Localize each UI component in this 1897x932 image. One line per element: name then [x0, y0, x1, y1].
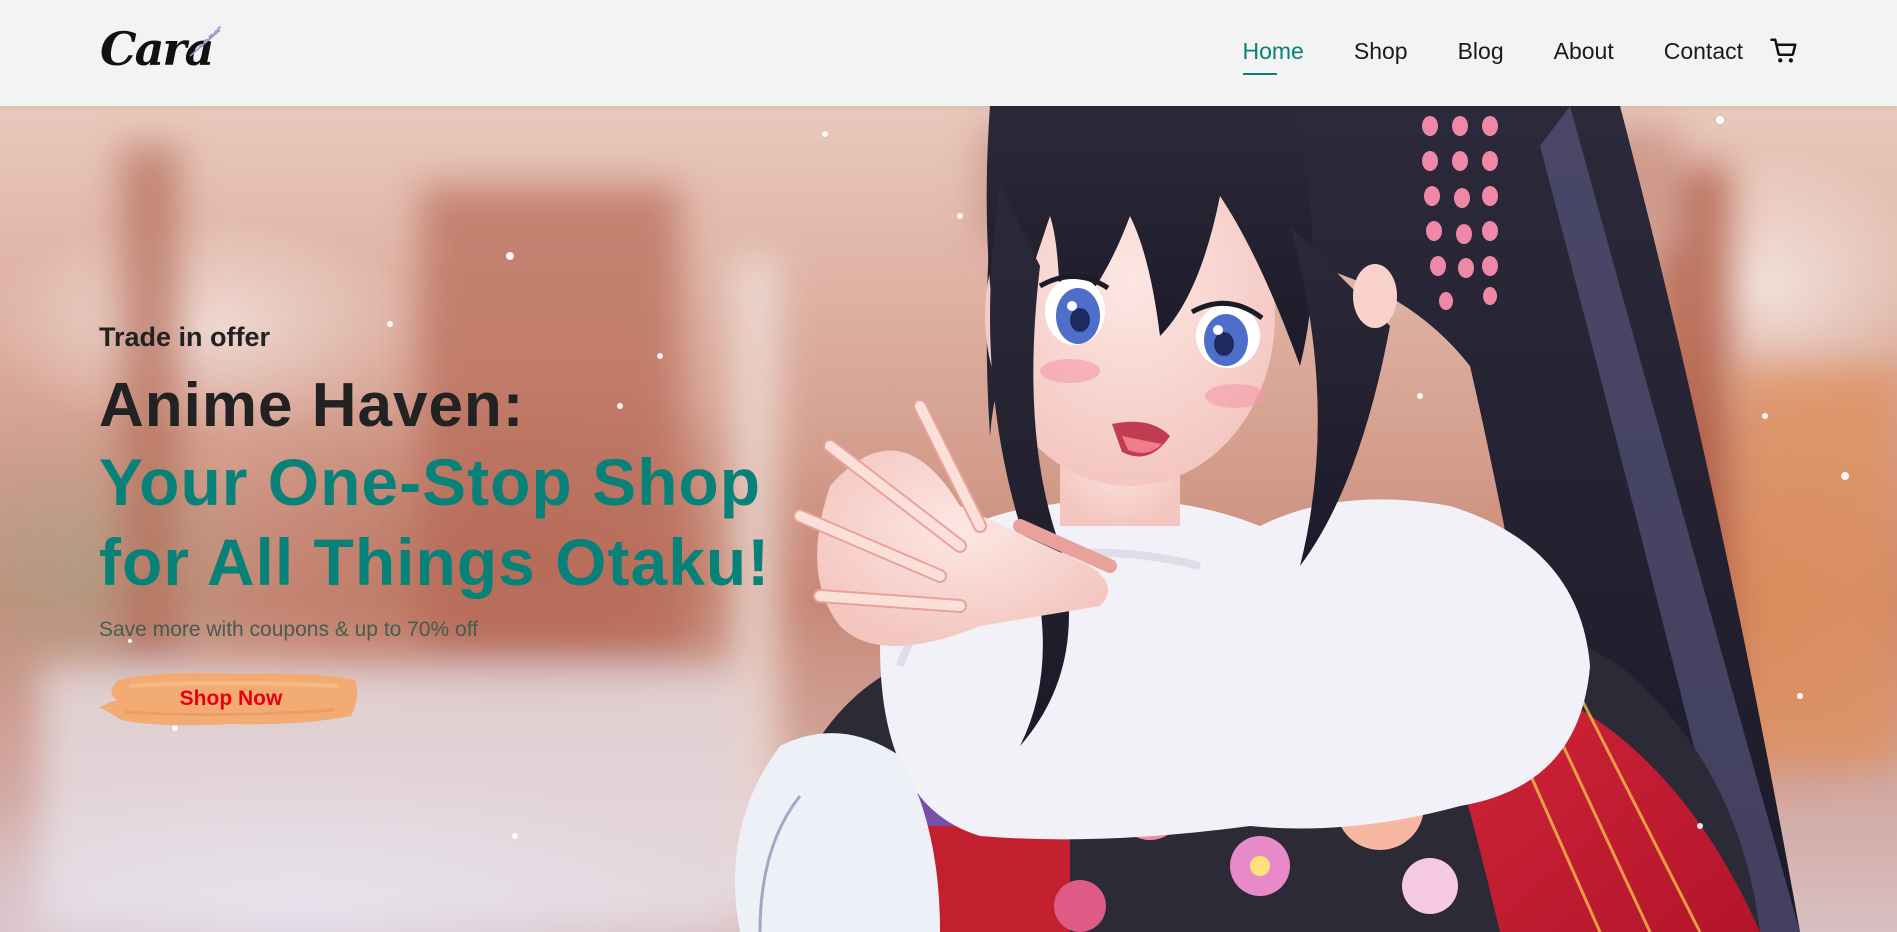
hero-subtitle: Save more with coupons & up to 70% off [99, 618, 479, 641]
cara-logo[interactable]: Cara [100, 18, 230, 78]
hero-tagline-line2: for All Things Otaku! [99, 525, 771, 599]
nav-shop[interactable]: Shop [1354, 38, 1408, 69]
shop-now-label: Shop Now [179, 687, 283, 710]
shop-now-button[interactable]: Shop Now [99, 666, 359, 732]
lavender-sprig-icon [189, 26, 222, 57]
nav-blog[interactable]: Blog [1458, 38, 1504, 69]
site-header: Cara Home Shop Blog About Contact [0, 0, 1897, 106]
hero-tagline: Your One-Stop Shop for All Things Otaku! [99, 442, 770, 602]
shopping-cart-icon[interactable] [1769, 36, 1799, 66]
nav-about[interactable]: About [1554, 38, 1614, 69]
nav-home[interactable]: Home [1242, 38, 1304, 75]
hero-eyebrow: Trade in offer [99, 322, 271, 352]
nav-contact[interactable]: Contact [1664, 38, 1743, 69]
hero-banner: Trade in offer Anime Haven: Your One-Sto… [0, 106, 1897, 932]
hero-title: Anime Haven: [99, 371, 525, 440]
hero-tagline-line1: Your One-Stop Shop [99, 445, 762, 519]
main-nav: Home Shop Blog About Contact [1242, 0, 1743, 106]
